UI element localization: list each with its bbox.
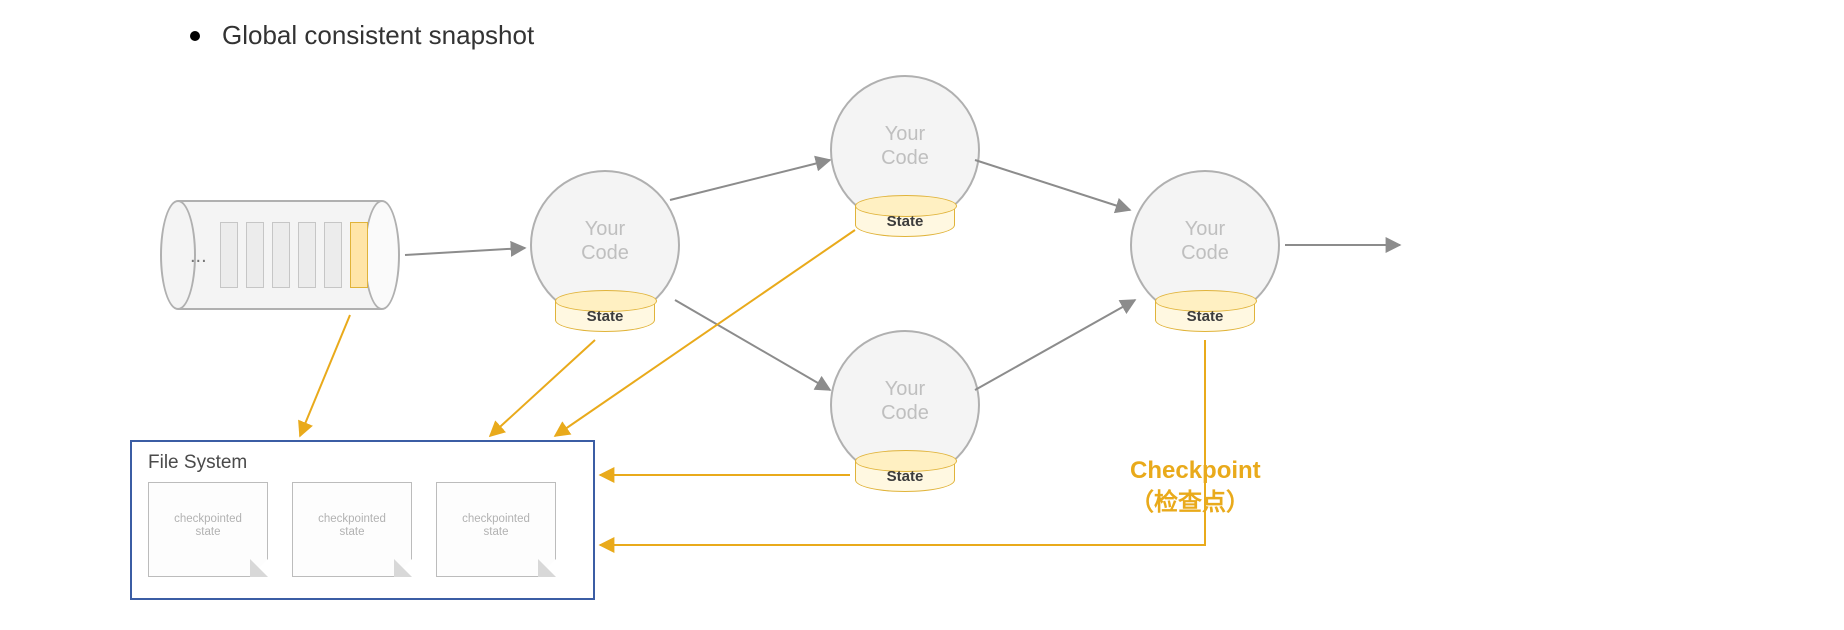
checkpoint-arrow [300, 315, 350, 436]
state-label: State [855, 468, 955, 485]
checkpoint-doc: checkpointed state [436, 482, 556, 577]
record-bar [220, 222, 238, 288]
operator-label-line2: Code [532, 241, 678, 265]
operator-label-line2: Code [832, 401, 978, 425]
doc-line1: checkpointed [437, 513, 555, 526]
page-fold-icon [394, 559, 412, 577]
flow-arrow [975, 160, 1130, 210]
doc-line2: state [437, 526, 555, 539]
file-system-box: File System checkpointed state checkpoin… [130, 440, 595, 600]
source-ellipsis: ... [190, 245, 207, 268]
checkpoint-arrow [490, 340, 595, 436]
operator-label-line1: Your [832, 377, 978, 401]
source-record-bars [220, 222, 370, 288]
source-stream: ... [160, 200, 400, 310]
checkpoint-doc: checkpointed state [292, 482, 412, 577]
checkpoint-docs-row: checkpointed state checkpointed state ch… [148, 482, 577, 577]
state-disk-1: State [555, 290, 655, 336]
file-system-title: File System [148, 452, 577, 474]
doc-line2: state [149, 526, 267, 539]
operator-label-line2: Code [832, 146, 978, 170]
flow-arrow [675, 300, 830, 390]
diagram-title: Global consistent snapshot [222, 20, 534, 51]
operator-label-line1: Your [532, 217, 678, 241]
record-bar [298, 222, 316, 288]
diagram-title-row: Global consistent snapshot [190, 20, 534, 51]
flow-arrow [670, 160, 830, 200]
operator-label-line1: Your [832, 122, 978, 146]
operator-label-line1: Your [1132, 217, 1278, 241]
checkpoint-doc: checkpointed state [148, 482, 268, 577]
record-bar-current [350, 222, 368, 288]
record-bar [246, 222, 264, 288]
state-disk-3: State [855, 450, 955, 496]
bullet-icon [190, 31, 200, 41]
state-label: State [555, 308, 655, 325]
checkpoint-label-line2: （检查点） [1130, 487, 1261, 519]
doc-line1: checkpointed [149, 513, 267, 526]
checkpoint-callout: Checkpoint （检查点） [1130, 455, 1261, 519]
checkpoint-label-line1: Checkpoint [1130, 455, 1261, 487]
state-disk-4: State [1155, 290, 1255, 336]
doc-line1: checkpointed [293, 513, 411, 526]
doc-line2: state [293, 526, 411, 539]
state-disk-2: State [855, 195, 955, 241]
page-fold-icon [538, 559, 556, 577]
record-bar [324, 222, 342, 288]
state-label: State [1155, 308, 1255, 325]
record-bar [272, 222, 290, 288]
operator-label-line2: Code [1132, 241, 1278, 265]
flow-arrow [975, 300, 1135, 390]
page-fold-icon [250, 559, 268, 577]
state-label: State [855, 213, 955, 230]
flow-arrow [405, 248, 525, 255]
